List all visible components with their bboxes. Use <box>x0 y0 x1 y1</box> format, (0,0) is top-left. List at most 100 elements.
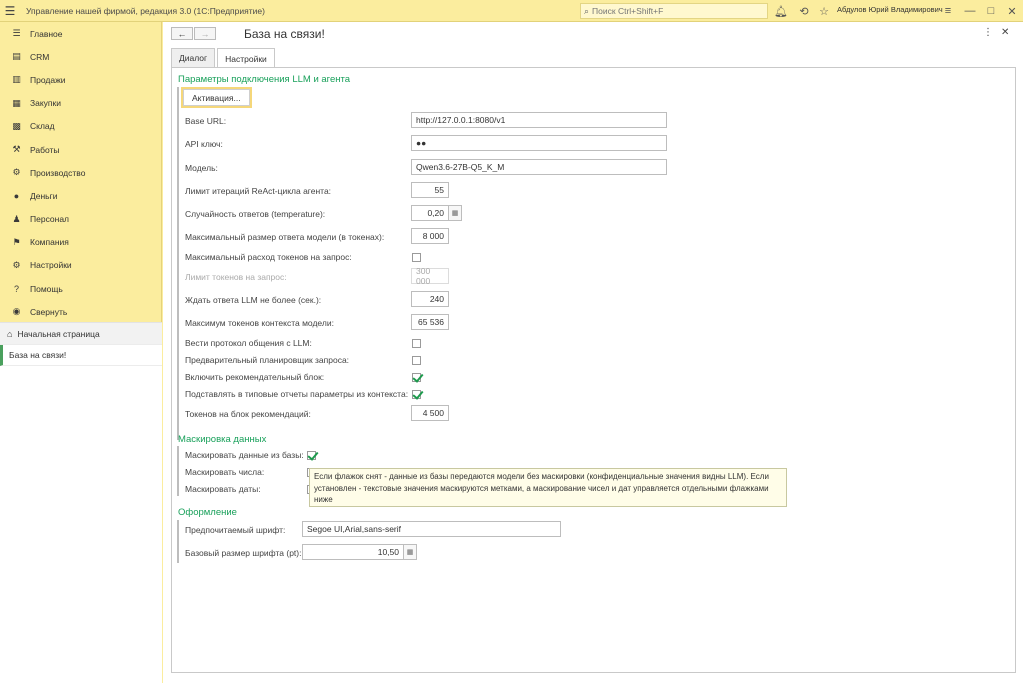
api-key-field[interactable]: ●● <box>411 135 667 151</box>
sidebar-item-staff[interactable]: ♟ Персонал <box>0 208 161 231</box>
bell-icon[interactable]: 🔔︎ <box>773 3 789 19</box>
sidebar-item-help[interactable]: ? Помощь <box>0 277 161 300</box>
sidebar-item-label: Закупки <box>30 98 61 109</box>
tab-dialog[interactable]: Диалог <box>171 48 216 67</box>
font-size-field[interactable]: 10,50 <box>302 544 404 560</box>
tab-settings[interactable]: Настройки <box>217 48 275 68</box>
recommend-label: Включить рекомендательный блок: <box>185 372 325 382</box>
temperature-field[interactable]: 0,20 <box>411 205 449 221</box>
design-section-bar <box>177 520 179 563</box>
collapse-icon: ◉ <box>12 306 21 317</box>
global-search[interactable]: ⌕ <box>580 3 768 19</box>
design-section-title: Оформление <box>178 507 237 518</box>
context-label: Максимум токенов контекста модели: <box>185 318 334 328</box>
iter-limit-field[interactable]: 55 <box>411 182 449 198</box>
max-answer-label: Максимальный размер ответа модели (в ток… <box>185 232 385 242</box>
calculator-icon[interactable]: ▦ <box>449 205 462 221</box>
sidebar-item-production[interactable]: ⚙ Производство <box>0 161 161 184</box>
token-limit-label: Лимит токенов на запрос: <box>185 272 287 282</box>
settings-panel: Параметры подключения LLM и агента Актив… <box>171 67 1016 673</box>
home-page-label: Начальная страница <box>17 328 100 339</box>
open-windows-panel: ⌂ Начальная страница База на связи! <box>0 322 162 683</box>
mask-dates-label: Маскировать даты: <box>185 484 261 494</box>
activate-button[interactable]: Активация... <box>183 89 250 106</box>
settings-menu-icon[interactable]: ≡ <box>940 3 956 19</box>
model-field[interactable]: Qwen3.6-27B-Q5_K_M <box>411 159 667 175</box>
back-button[interactable]: ← <box>171 27 193 40</box>
settings-icon: ⚙ <box>12 259 21 270</box>
sidebar: ☰ Главное ▤ CRM ▥ Продажи ▦ Закупки ▩ Склад ⚒ Работ… <box>0 22 162 683</box>
wait-field[interactable]: 240 <box>411 291 449 307</box>
sidebar-item-label: Помощь <box>30 283 63 294</box>
maximize-icon[interactable]: □ <box>983 3 999 19</box>
sidebar-item-crm[interactable]: ▤ CRM <box>0 45 161 68</box>
llm-section-title: Параметры подключения LLM и агента <box>178 74 350 85</box>
temperature-label: Случайность ответов (temperature): <box>185 209 326 219</box>
rec-tokens-field[interactable]: 4 500 <box>411 405 449 421</box>
planner-label: Предварительный планировщик запроса: <box>185 355 350 365</box>
sales-icon: ▥ <box>12 74 21 85</box>
search-input[interactable] <box>592 6 753 16</box>
sidebar-item-list[interactable]: ☰ Главное <box>0 22 161 45</box>
masking-section-title: Маскировка данных <box>178 434 267 445</box>
star-icon[interactable]: ☆ <box>816 3 832 19</box>
font-size-label: Базовый размер шрифта (pt): <box>185 548 302 558</box>
llm-section-bar <box>177 87 179 440</box>
sidebar-item-company[interactable]: ⚑ Компания <box>0 231 161 254</box>
sidebar-item-purchases[interactable]: ▦ Закупки <box>0 92 161 115</box>
main-menu-icon[interactable]: ☰ <box>0 0 20 22</box>
forward-button[interactable]: → <box>194 27 216 40</box>
sidebar-item-works[interactable]: ⚒ Работы <box>0 138 161 161</box>
max-tokens-per-request-checkbox[interactable] <box>412 253 421 262</box>
current-user[interactable]: Абдулов Юрий Владимирович <box>837 5 943 14</box>
recommend-checkbox[interactable] <box>412 373 421 382</box>
form-tabs: Диалог Настройки <box>171 48 277 68</box>
search-icon: ⌕ <box>584 5 590 16</box>
mask-data-checkbox[interactable] <box>307 451 316 460</box>
close-form-icon[interactable]: ✕ <box>1001 27 1009 38</box>
sidebar-item-sales[interactable]: ▥ Продажи <box>0 68 161 91</box>
title-bar: ☰ Управление нашей фирмой, редакция 3.0 … <box>0 0 1023 22</box>
sidebar-item-label: Персонал <box>30 214 70 225</box>
close-window-icon[interactable]: ✕ <box>1004 3 1020 19</box>
warehouse-icon: ▩ <box>12 120 21 131</box>
history-icon[interactable]: ⟲ <box>796 3 812 19</box>
font-label: Предпочитаемый шрифт: <box>185 525 286 535</box>
sidebar-item-collapse[interactable]: ◉ Свернуть <box>0 300 161 323</box>
max-tokens-per-request-label: Максимальный расход токенов на запрос: <box>185 252 352 262</box>
font-field[interactable]: Segoe UI,Arial,sans-serif <box>302 521 561 537</box>
crm-icon: ▤ <box>12 51 21 62</box>
log-label: Вести протокол общения с LLM: <box>185 338 312 348</box>
arrow-right-icon: → <box>200 28 210 39</box>
api-key-label: API ключ: <box>185 139 223 149</box>
planner-checkbox[interactable] <box>412 356 421 365</box>
context-field[interactable]: 65 536 <box>411 314 449 330</box>
mask-data-label: Маскировать данные из базы: <box>185 450 304 460</box>
max-answer-field[interactable]: 8 000 <box>411 228 449 244</box>
minimize-icon[interactable]: — <box>962 3 978 19</box>
wait-label: Ждать ответа LLM не более (сек.): <box>185 295 322 305</box>
purchases-icon: ▦ <box>12 97 21 108</box>
reports-checkbox[interactable] <box>412 390 421 399</box>
company-icon: ⚑ <box>12 236 21 247</box>
home-page-link[interactable]: ⌂ Начальная страница <box>0 323 162 345</box>
sidebar-item-label: Производство <box>30 167 86 178</box>
sidebar-item-label: Склад <box>30 121 55 132</box>
masking-section-bar <box>177 446 179 496</box>
money-icon: ● <box>13 190 20 201</box>
rec-tokens-label: Токенов на блок рекомендаций: <box>185 409 311 419</box>
sidebar-item-label: Работы <box>30 144 60 155</box>
staff-icon: ♟ <box>12 213 21 224</box>
more-options-icon[interactable]: ⋮ <box>983 27 993 38</box>
sidebar-item-settings[interactable]: ⚙ Настройки <box>0 254 161 277</box>
open-window-item[interactable]: База на связи! <box>0 345 162 366</box>
calculator-icon[interactable]: ▦ <box>404 544 417 560</box>
sidebar-item-money[interactable]: ● Деньги <box>0 184 161 207</box>
sidebar-item-label: Компания <box>30 237 69 248</box>
open-window-label: База на связи! <box>9 350 67 360</box>
main-area: ← → База на связи! ⋮ ✕ Диалог Настройки … <box>163 22 1023 683</box>
sidebar-item-label: Настройки <box>30 260 72 271</box>
base-url-field[interactable]: http://127.0.0.1:8080/v1 <box>411 112 667 128</box>
sidebar-item-warehouse[interactable]: ▩ Склад <box>0 115 161 138</box>
log-checkbox[interactable] <box>412 339 421 348</box>
